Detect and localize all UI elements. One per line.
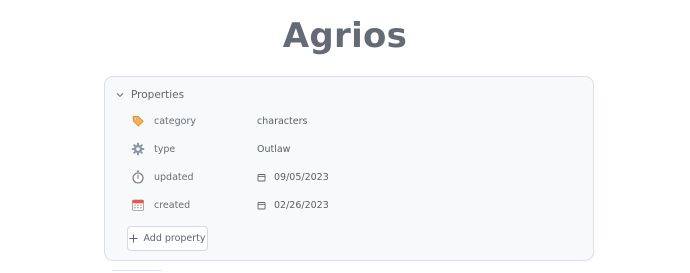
- property-value[interactable]: characters: [257, 116, 307, 127]
- chevron-down-icon: [116, 91, 124, 99]
- page-title: Agrios: [282, 16, 408, 56]
- properties-header-label: Properties: [131, 89, 185, 101]
- stopwatch-icon: [131, 170, 145, 184]
- calendar-small-icon: [257, 201, 266, 210]
- property-value[interactable]: Outlaw: [257, 144, 290, 155]
- properties-panel: Properties category characters type Outl…: [104, 76, 594, 261]
- add-property-button[interactable]: Add property: [127, 226, 208, 251]
- date-value: 02/26/2023: [274, 199, 329, 211]
- tag-icon: [131, 114, 145, 128]
- add-property-label: Add property: [143, 233, 206, 244]
- calendar-small-icon: [257, 173, 266, 182]
- property-value[interactable]: 02/26/2023: [257, 200, 329, 211]
- property-row-category[interactable]: category characters: [131, 111, 571, 131]
- properties-toggle[interactable]: Properties: [116, 87, 184, 103]
- property-key: updated: [154, 171, 194, 183]
- property-row-type[interactable]: type Outlaw: [131, 139, 571, 159]
- property-key: created: [154, 199, 191, 211]
- property-row-created[interactable]: created 02/26/2023: [131, 195, 571, 215]
- property-row-updated[interactable]: updated 09/05/2023: [131, 167, 571, 187]
- property-value[interactable]: 09/05/2023: [257, 172, 329, 183]
- property-key: type: [154, 143, 176, 155]
- calendar-icon: [131, 198, 145, 212]
- gear-icon: [131, 142, 145, 156]
- plus-icon: [129, 234, 139, 243]
- property-key: category: [154, 115, 196, 127]
- date-value: 09/05/2023: [274, 171, 329, 183]
- page: Agrios Properties category characters ty…: [0, 0, 690, 273]
